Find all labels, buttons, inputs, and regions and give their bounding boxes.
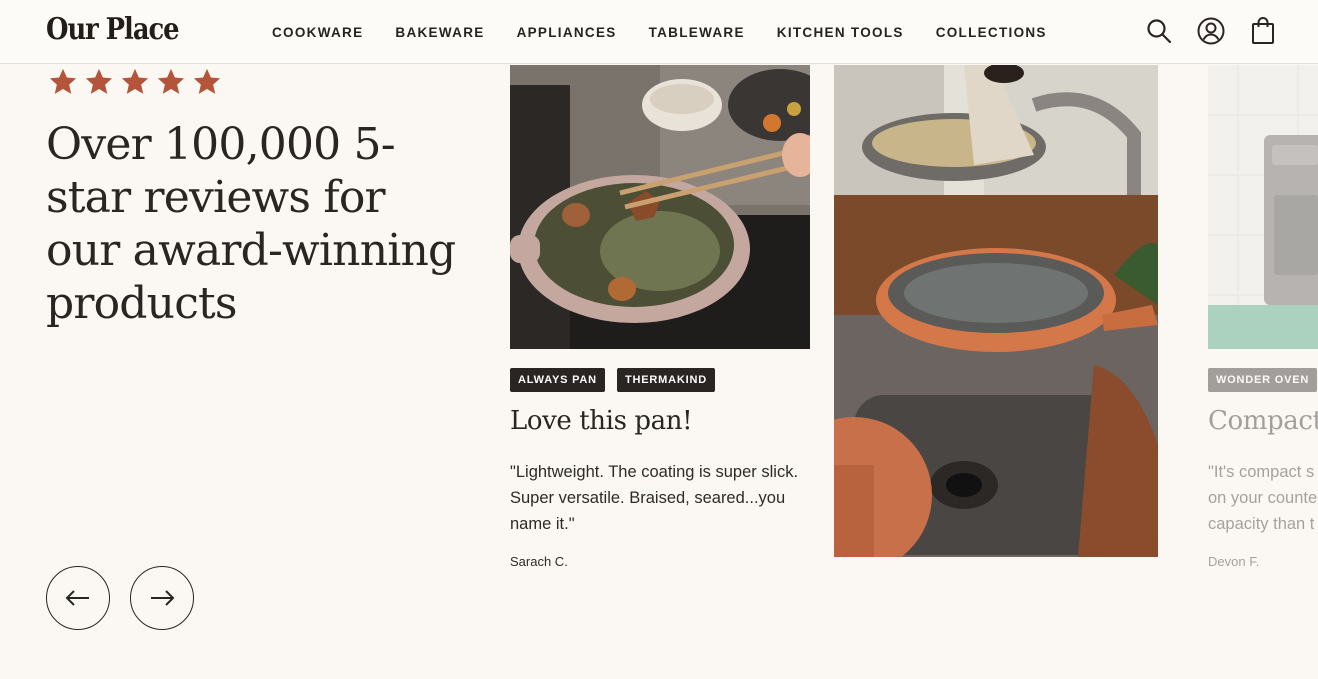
reviews-headline: Over 100,000 5-star reviews for our awar… bbox=[46, 119, 456, 329]
rating-stars bbox=[48, 67, 222, 97]
review-quote: "Lightweight. The coating is super slick… bbox=[510, 463, 799, 533]
arrow-left-icon bbox=[65, 590, 89, 606]
review-quote-line: "It's compact s bbox=[1208, 463, 1315, 481]
star-icon bbox=[121, 68, 149, 94]
review-quote-line: on your counte bbox=[1208, 489, 1318, 507]
nav-kitchen-tools[interactable]: KITCHEN TOOLS bbox=[777, 25, 904, 40]
review-tag[interactable]: THERMAKIND bbox=[617, 368, 715, 392]
nav-cookware[interactable]: COOKWARE bbox=[272, 25, 363, 40]
site-header: Our Place COOKWARE BAKEWARE APPLIANCES T… bbox=[0, 0, 1318, 64]
star-icon bbox=[49, 68, 77, 94]
star-icon bbox=[193, 68, 221, 94]
header-actions bbox=[1144, 14, 1278, 48]
review-photo-sink bbox=[834, 65, 1158, 557]
carousel-next-button[interactable] bbox=[130, 566, 194, 630]
nav-bakeware[interactable]: BAKEWARE bbox=[395, 25, 484, 40]
review-quote: "It's compact s on your counte capacity … bbox=[1208, 459, 1318, 537]
main-nav: COOKWARE BAKEWARE APPLIANCES TABLEWARE K… bbox=[272, 0, 1079, 64]
arrow-right-icon bbox=[151, 590, 175, 606]
review-quote-line: capacity than t bbox=[1208, 515, 1315, 533]
cart-bag-icon[interactable] bbox=[1248, 14, 1278, 48]
review-tag[interactable]: ALWAYS PAN bbox=[510, 368, 605, 392]
review-tag[interactable]: WONDER OVEN bbox=[1208, 368, 1318, 392]
review-author: Sarach C. bbox=[510, 554, 568, 569]
star-icon bbox=[85, 68, 113, 94]
review-title: Love this pan! bbox=[510, 406, 693, 436]
carousel-prev-button[interactable] bbox=[46, 566, 110, 630]
brand-logo[interactable]: Our Place bbox=[46, 12, 180, 47]
review-photo-always-pan bbox=[510, 65, 810, 349]
review-photo-wonder-oven bbox=[1208, 65, 1318, 349]
review-author: Devon F. bbox=[1208, 554, 1260, 569]
account-icon[interactable] bbox=[1196, 14, 1226, 48]
review-title: Compact bbox=[1208, 406, 1318, 436]
nav-tableware[interactable]: TABLEWARE bbox=[649, 25, 745, 40]
nav-collections[interactable]: COLLECTIONS bbox=[936, 25, 1047, 40]
nav-appliances[interactable]: APPLIANCES bbox=[517, 25, 617, 40]
star-icon bbox=[157, 68, 185, 94]
search-icon[interactable] bbox=[1144, 14, 1174, 48]
